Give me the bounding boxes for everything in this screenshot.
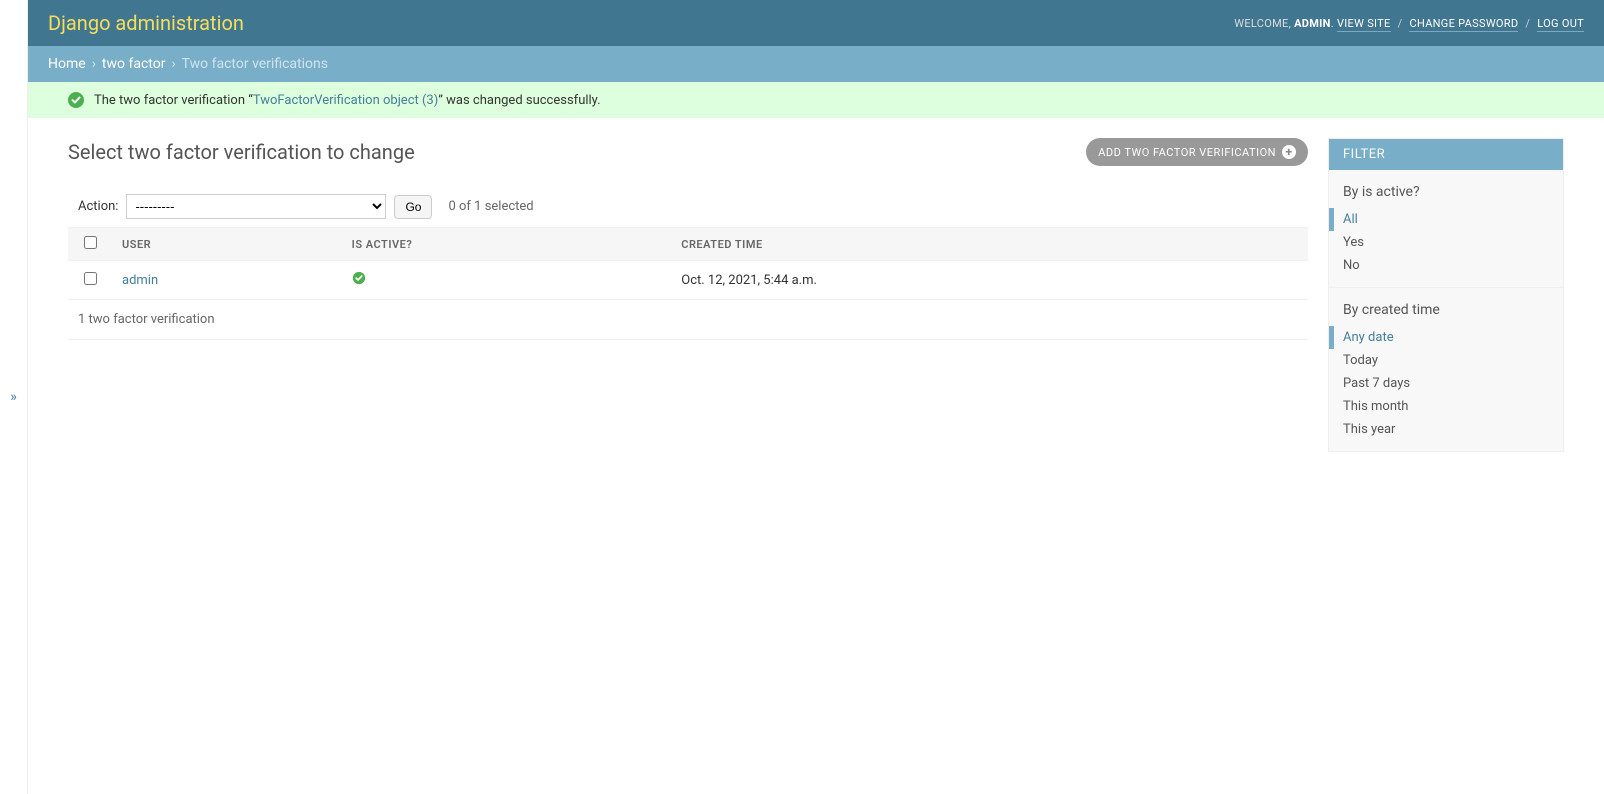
breadcrumb: Home › two factor › Two factor verificat… bbox=[28, 46, 1604, 82]
action-bar: Action: --------- Go 0 of 1 selected bbox=[68, 186, 1308, 227]
page-title: Select two factor verification to change bbox=[68, 140, 415, 164]
view-site-link[interactable]: VIEW SITE bbox=[1337, 17, 1391, 32]
success-icon bbox=[68, 92, 84, 108]
filter-option[interactable]: All bbox=[1329, 208, 1563, 231]
filter-panel: FILTER By is active?AllYesNo By created t… bbox=[1328, 138, 1564, 452]
col-is-active[interactable]: IS ACTIVE? bbox=[342, 228, 672, 261]
paginator: 1 two factor verification bbox=[68, 300, 1308, 340]
row-checkbox[interactable] bbox=[84, 272, 97, 285]
table-row: admin Oct. 12, 2021, 5:44 a.m. bbox=[68, 261, 1308, 300]
filter-option[interactable]: This month bbox=[1329, 395, 1563, 418]
add-button[interactable]: ADD TWO FACTOR VERIFICATION + bbox=[1086, 138, 1308, 166]
row-user-link[interactable]: admin bbox=[122, 273, 158, 288]
breadcrumb-home[interactable]: Home bbox=[48, 56, 86, 72]
logout-link[interactable]: LOG OUT bbox=[1537, 17, 1584, 32]
changelist-table: USER IS ACTIVE? CREATED TIME admin Oct. 1… bbox=[68, 227, 1308, 300]
filter-option[interactable]: This year bbox=[1329, 418, 1563, 441]
row-created: Oct. 12, 2021, 5:44 a.m. bbox=[671, 261, 1308, 300]
site-brand[interactable]: Django administration bbox=[48, 11, 244, 35]
filter-option[interactable]: No bbox=[1329, 254, 1563, 277]
col-user[interactable]: USER bbox=[112, 228, 342, 261]
action-label: Action: bbox=[78, 199, 118, 214]
top-header: Django administration WELCOME, ADMIN. VI… bbox=[28, 0, 1604, 46]
filter-title: FILTER bbox=[1329, 139, 1563, 170]
filter-section-title: By created time bbox=[1329, 296, 1563, 324]
username: ADMIN bbox=[1294, 17, 1331, 30]
success-message: The two factor verification “TwoFactorVe… bbox=[28, 82, 1604, 118]
breadcrumb-current: Two factor verifications bbox=[182, 56, 328, 72]
plus-icon: + bbox=[1282, 145, 1296, 159]
select-all-checkbox[interactable] bbox=[84, 236, 97, 249]
welcome-label: WELCOME, bbox=[1234, 17, 1291, 30]
success-suffix: ” was changed successfully. bbox=[438, 93, 600, 108]
breadcrumb-app[interactable]: two factor bbox=[102, 56, 166, 72]
filter-option[interactable]: Today bbox=[1329, 349, 1563, 372]
filter-option[interactable]: Past 7 days bbox=[1329, 372, 1563, 395]
success-prefix: The two factor verification “ bbox=[94, 93, 253, 108]
filter-option[interactable]: Any date bbox=[1329, 326, 1563, 349]
nav-sidebar-collapsed: » bbox=[0, 0, 28, 794]
user-links: WELCOME, ADMIN. VIEW SITE / CHANGE PASSW… bbox=[1234, 17, 1584, 30]
change-password-link[interactable]: CHANGE PASSWORD bbox=[1409, 17, 1518, 32]
filter-option[interactable]: Yes bbox=[1329, 231, 1563, 254]
success-object-link[interactable]: TwoFactorVerification object (3) bbox=[253, 93, 438, 108]
filter-section-title: By is active? bbox=[1329, 178, 1563, 206]
action-select[interactable]: --------- bbox=[126, 194, 386, 219]
expand-sidebar-icon[interactable]: » bbox=[10, 389, 17, 405]
selection-count: 0 of 1 selected bbox=[448, 199, 533, 214]
col-created[interactable]: CREATED TIME bbox=[671, 228, 1308, 261]
active-true-icon bbox=[352, 274, 366, 289]
add-button-label: ADD TWO FACTOR VERIFICATION bbox=[1098, 146, 1276, 159]
go-button[interactable]: Go bbox=[394, 195, 432, 219]
